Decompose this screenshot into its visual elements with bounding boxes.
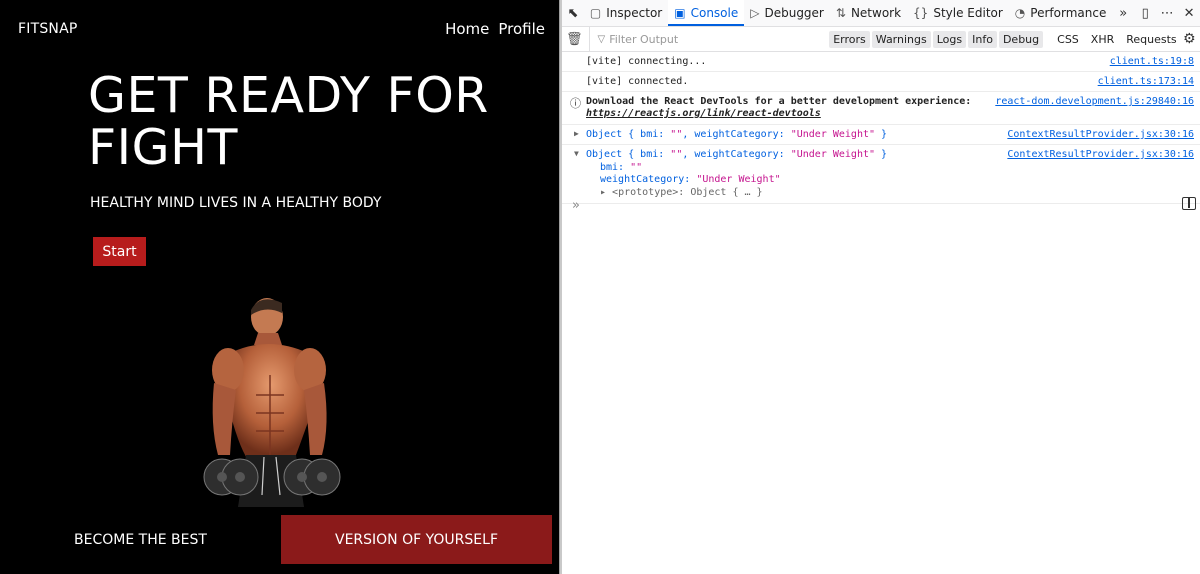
filter-logs[interactable]: Logs: [932, 30, 967, 48]
message-text: Download the React DevTools for a better…: [586, 96, 972, 119]
console-message: [vite] connecting... client.ts:19:8: [562, 52, 1200, 72]
tab-label: Console: [690, 6, 739, 20]
console-object-message-expanded: ▼ Object { bmi: "", weightCategory: "Und…: [562, 145, 1200, 204]
console-toolbar: 🗑 ▽ Errors Warnings Logs Info Debug CSS …: [562, 27, 1200, 52]
filter-warnings[interactable]: Warnings: [871, 30, 931, 48]
debugger-icon: ▷: [750, 6, 760, 20]
performance-icon: ◔: [1014, 6, 1026, 20]
message-source-link[interactable]: client.ts:173:14: [1098, 76, 1194, 87]
console-output: [vite] connecting... client.ts:19:8 [vit…: [562, 52, 1200, 204]
console-prompt-icon[interactable]: »: [572, 198, 580, 213]
dock-icon[interactable]: ▯: [1134, 0, 1156, 26]
object-prototype[interactable]: ▸ <prototype>: Object { … }: [586, 187, 1192, 200]
filter-output-input[interactable]: [609, 32, 830, 46]
tab-label: Debugger: [764, 6, 824, 20]
expand-triangle-icon[interactable]: ▶: [574, 129, 579, 138]
style-editor-icon: {}: [913, 6, 929, 20]
object-property-weightcategory: weightCategory: "Under Weight": [600, 174, 781, 185]
message-text: [vite] connected.: [586, 76, 689, 87]
tab-performance[interactable]: ◔ Performance: [1009, 0, 1113, 26]
filter-info[interactable]: Info: [968, 30, 997, 48]
object-preview[interactable]: Object { bmi: "", weightCategory: "Under…: [586, 149, 887, 160]
console-message: [vite] connected. client.ts:173:14: [562, 72, 1200, 92]
brand-logo[interactable]: FITSNAP: [18, 21, 78, 37]
tab-inspector[interactable]: ▢ Inspector: [584, 0, 668, 26]
object-property-bmi: bmi: "": [600, 161, 643, 173]
footer-version-yourself: VERSION OF YOURSELF: [281, 515, 552, 564]
start-button[interactable]: Start: [93, 237, 146, 266]
close-icon[interactable]: ✕: [1178, 0, 1200, 26]
console-icon: ▣: [674, 6, 686, 20]
filter-css[interactable]: CSS: [1051, 31, 1085, 48]
hero-subtitle: HEALTHY MIND LIVES IN A HEALTHY BODY: [90, 195, 382, 211]
tab-network[interactable]: ⇅ Network: [830, 0, 907, 26]
tab-label: Style Editor: [933, 6, 1003, 20]
message-source-link[interactable]: ContextResultProvider.jsx:30:16: [1007, 149, 1194, 160]
message-source-link[interactable]: ContextResultProvider.jsx:30:16: [1007, 129, 1194, 140]
tab-label: Performance: [1030, 6, 1107, 20]
footer-become-best: BECOME THE BEST: [74, 531, 207, 548]
inspector-icon: ▢: [589, 6, 602, 20]
tab-label: Inspector: [606, 6, 663, 20]
tab-console[interactable]: ▣ Console: [668, 0, 745, 26]
filter-xhr[interactable]: XHR: [1085, 31, 1120, 48]
athlete-image: [203, 298, 341, 507]
fitsnap-page: FITSNAP Home Profile GET READY FOR FIGHT…: [0, 0, 559, 574]
message-source-link[interactable]: client.ts:19:8: [1110, 56, 1194, 67]
options-menu-icon[interactable]: ⋯: [1156, 0, 1178, 26]
react-devtools-link[interactable]: https://reactjs.org/link/react-devtools: [586, 108, 821, 119]
tab-style-editor[interactable]: {} Style Editor: [907, 0, 1009, 26]
filter-errors[interactable]: Errors: [829, 30, 870, 48]
network-icon: ⇅: [835, 6, 846, 20]
filter-requests[interactable]: Requests: [1120, 31, 1182, 48]
nav-home[interactable]: Home: [445, 20, 489, 38]
filter-icon: ▽: [597, 33, 606, 45]
devtools-panel: ⬉ ▢ Inspector ▣ Console ▷ Debugger ⇅ Net…: [562, 0, 1200, 574]
tab-debugger[interactable]: ▷ Debugger: [744, 0, 830, 26]
info-icon: ⓘ: [570, 97, 581, 110]
devtools-tabbar: ⬉ ▢ Inspector ▣ Console ▷ Debugger ⇅ Net…: [562, 0, 1200, 27]
element-picker-icon[interactable]: ⬉: [562, 0, 584, 26]
hero-title: GET READY FOR FIGHT: [88, 67, 489, 176]
tab-label: Network: [850, 6, 902, 20]
message-text: [vite] connecting...: [586, 56, 707, 67]
message-source-link[interactable]: react-dom.development.js:29840:16: [995, 96, 1194, 107]
collapse-triangle-icon[interactable]: ▼: [574, 149, 579, 158]
console-object-message: ▶ Object { bmi: "", weightCategory: "Und…: [562, 125, 1200, 145]
console-info-message: ⓘ Download the React DevTools for a bett…: [562, 92, 1200, 125]
object-preview[interactable]: Object { bmi: "", weightCategory: "Under…: [586, 129, 887, 140]
clear-console-icon[interactable]: 🗑: [566, 32, 583, 47]
nav-profile[interactable]: Profile: [498, 20, 545, 38]
log-level-filters: Errors Warnings Logs Info Debug: [829, 30, 1044, 48]
gear-icon[interactable]: ⚙: [1183, 31, 1196, 47]
more-tabs-icon[interactable]: »: [1112, 0, 1134, 26]
split-console-icon[interactable]: [1182, 197, 1196, 210]
filter-debug[interactable]: Debug: [998, 30, 1044, 48]
filter-bar: ▽: [588, 27, 830, 51]
top-nav: Home Profile: [445, 20, 545, 38]
